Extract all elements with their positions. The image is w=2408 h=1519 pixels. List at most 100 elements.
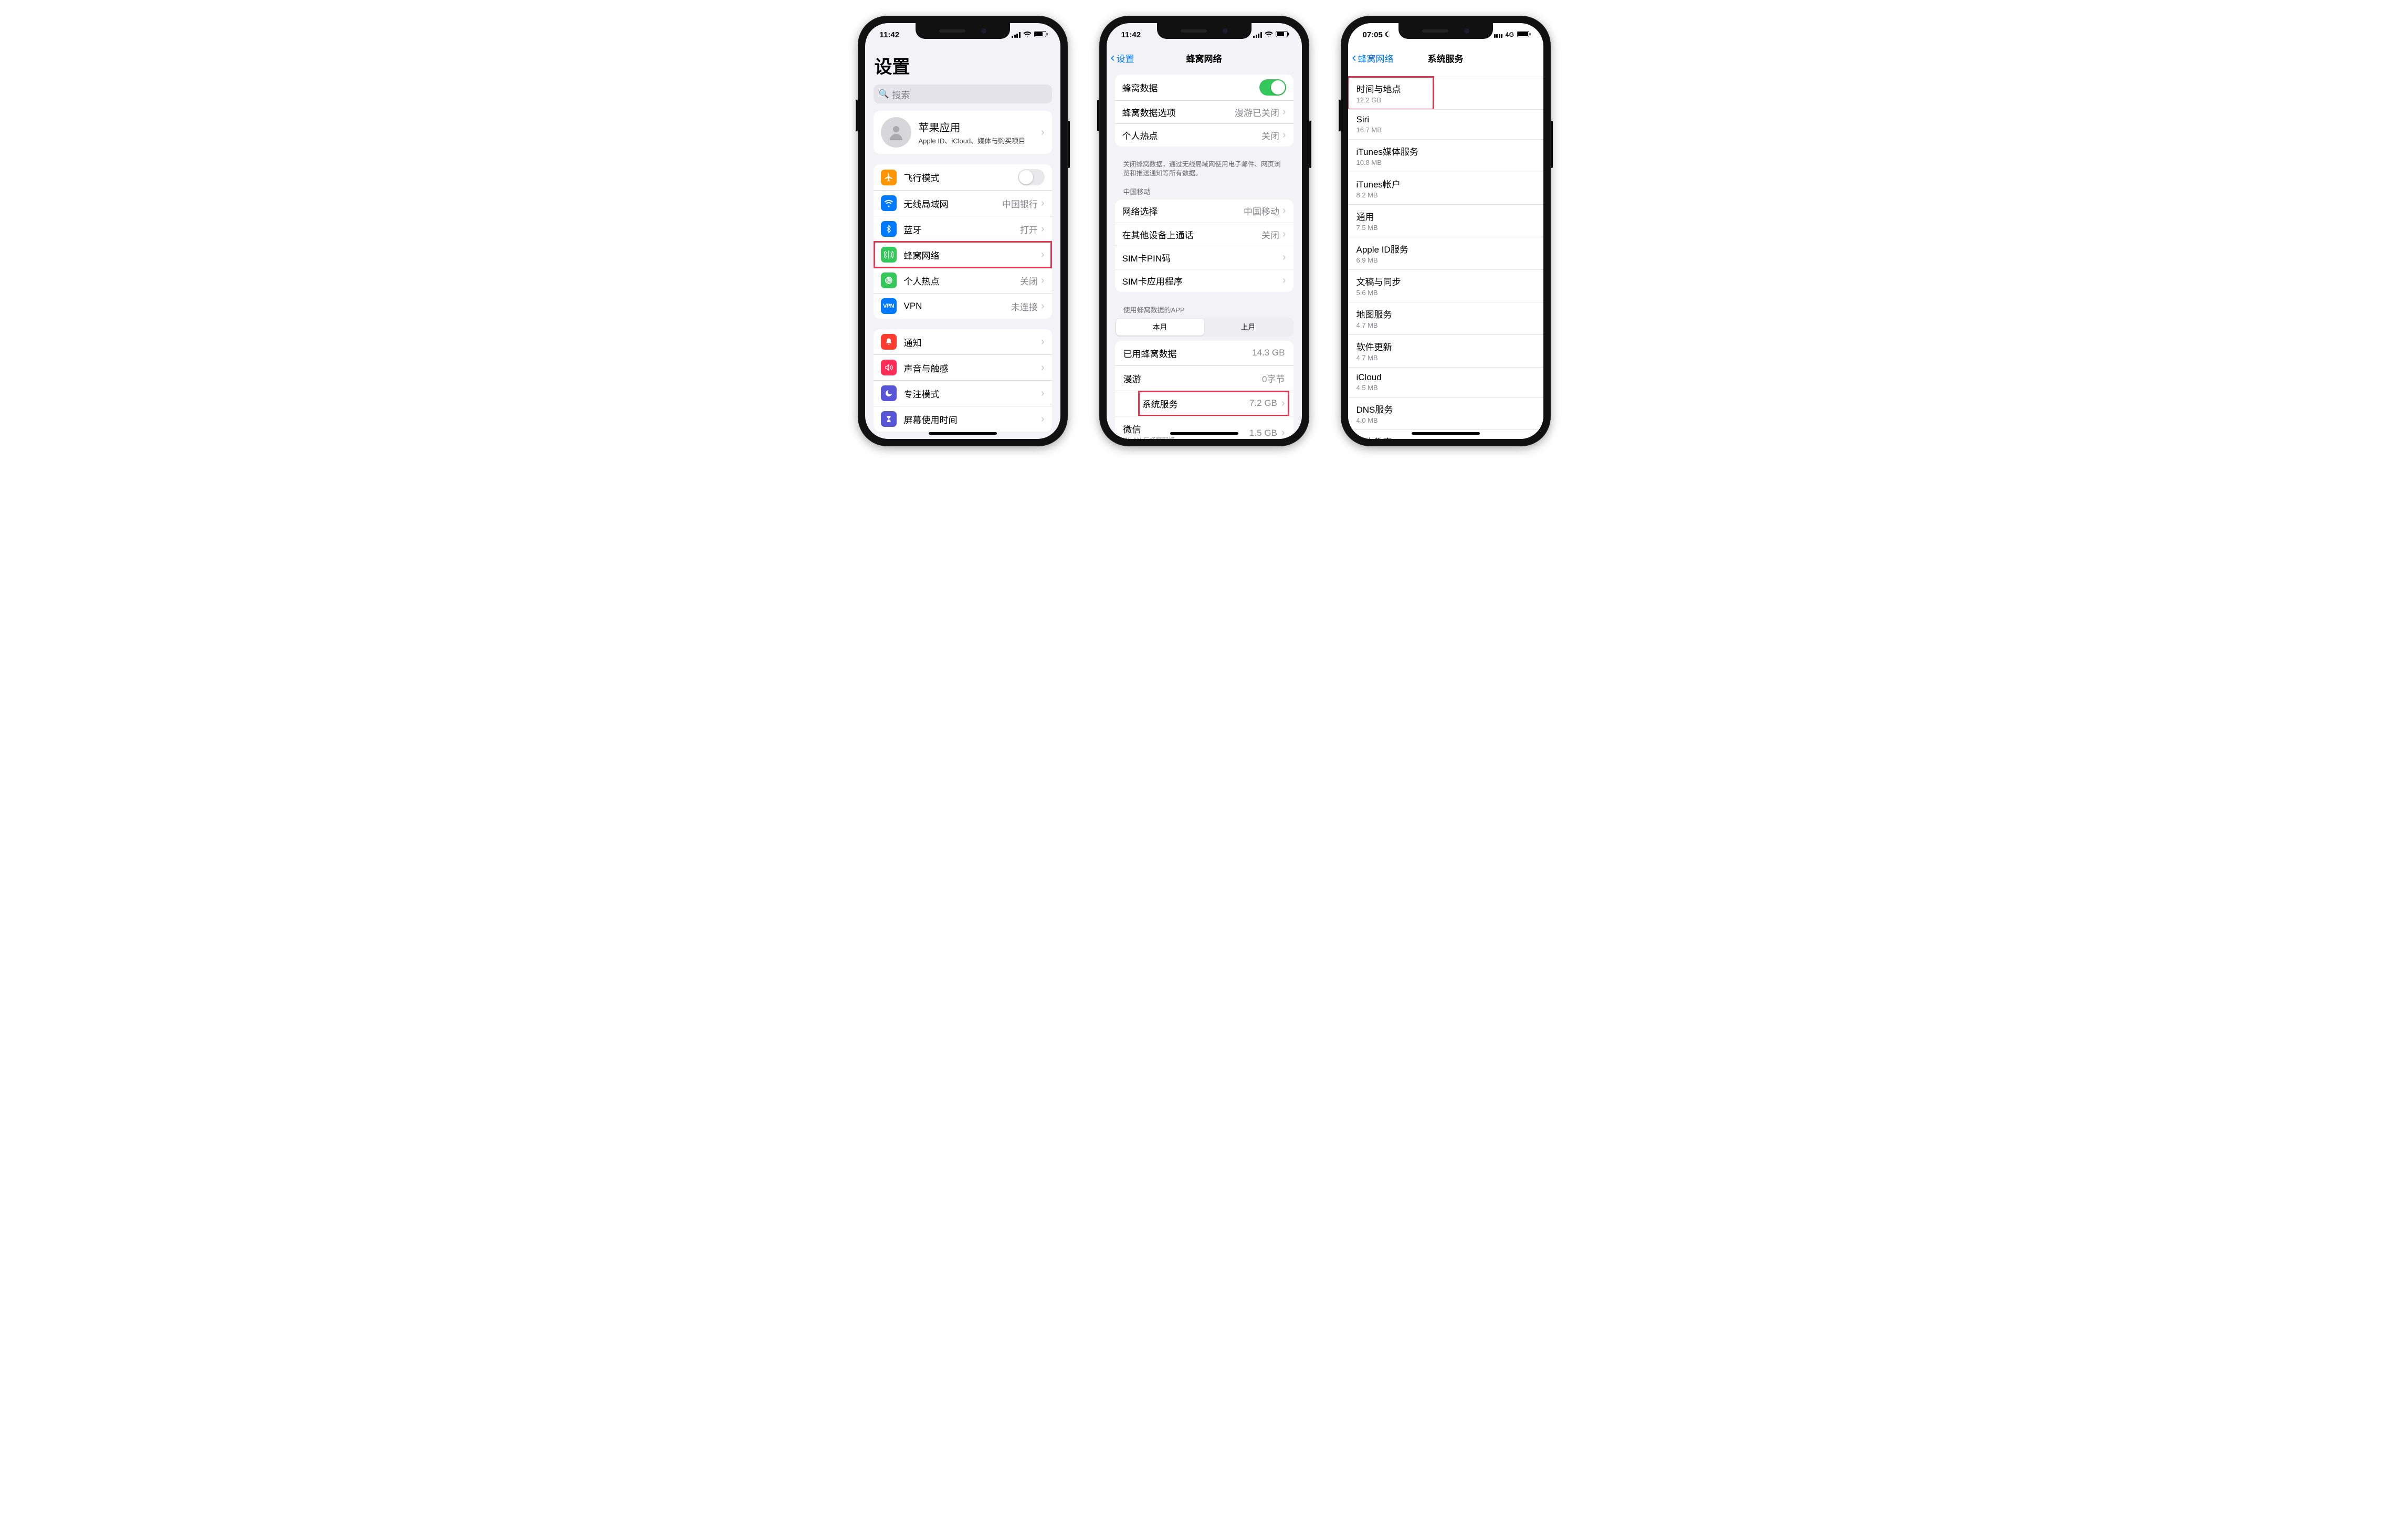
row-label: 蜂窝数据选项 [1122, 106, 1235, 119]
group3-header: 使用蜂窝数据的APP [1107, 302, 1302, 318]
notch [1157, 23, 1252, 39]
row-SIM卡PIN码[interactable]: SIM卡PIN码› [1115, 246, 1294, 269]
settings-row-声音与触感[interactable]: 声音与触感› [874, 354, 1052, 380]
dual-signal-icon [1494, 32, 1503, 38]
usage-row-微信[interactable]: 微信WLAN 与蜂窝网络1.5 GB› [1115, 416, 1294, 439]
row-label: 个人热点 [904, 274, 1020, 287]
page-title: 系统服务 [1428, 51, 1464, 65]
row-在其他设备上通话[interactable]: 在其他设备上通话关闭› [1115, 223, 1294, 246]
row-label: 漫游 [1123, 372, 1263, 385]
segmented-control[interactable]: 本月 上月 [1115, 318, 1294, 337]
row-label: iTunes媒体服务 [1357, 144, 1418, 158]
settings-row-专注模式[interactable]: 专注模式› [874, 380, 1052, 406]
page-title: 蜂窝网络 [1186, 51, 1222, 65]
settings-row-无线局域网[interactable]: 无线局域网中国银行› [874, 190, 1052, 216]
nav-bar: ‹ 设置 蜂窝网络 [1107, 46, 1302, 69]
row-label: Apple ID服务 [1357, 242, 1408, 255]
sound-icon [881, 360, 897, 375]
settings-row-通知[interactable]: 通知› [874, 329, 1052, 354]
settings-row-蓝牙[interactable]: 蓝牙打开› [874, 216, 1052, 242]
phone-cellular: 11:42 ‹ 设置 蜂窝网络 蜂窝数据蜂窝数据选项漫游已关闭›个人热点关闭› … [1099, 16, 1309, 446]
row-label: DNS服务 [1357, 402, 1393, 415]
home-indicator[interactable] [1412, 432, 1480, 435]
toggle[interactable] [1018, 169, 1045, 185]
chevron-icon: › [1041, 127, 1045, 139]
chevron-icon: › [1282, 205, 1286, 217]
row-value: 打开 [1020, 223, 1038, 236]
row-label: iCloud [1357, 372, 1382, 383]
nav-bar: ‹ 蜂窝网络 系统服务 [1348, 46, 1543, 69]
chevron-icon: › [1041, 387, 1045, 400]
back-button[interactable]: ‹ 蜂窝网络 [1352, 50, 1394, 65]
row-label: 专注模式 [904, 387, 1041, 400]
home-indicator[interactable] [929, 432, 997, 435]
settings-row-VPN[interactable]: VPNVPN未连接› [874, 293, 1052, 319]
chevron-left-icon: ‹ [1111, 50, 1115, 65]
row-网络选择[interactable]: 网络选择中国移动› [1115, 200, 1294, 223]
service-row-DNS服务: DNS服务4.0 MB [1348, 397, 1543, 429]
row-label: Siri [1357, 114, 1370, 125]
chevron-icon: › [1281, 397, 1285, 410]
row-value: 中国银行 [1002, 197, 1038, 210]
wifi-icon [881, 195, 897, 211]
service-row-iCloud: iCloud4.5 MB [1348, 367, 1543, 397]
back-label: 设置 [1117, 51, 1134, 65]
usage-list: 已用蜂窝数据14.3 GB漫游0字节系统服务7.2 GB›微信WLAN 与蜂窝网… [1115, 341, 1294, 439]
chevron-icon: › [1041, 197, 1045, 209]
row-SIM卡应用程序[interactable]: SIM卡应用程序› [1115, 269, 1294, 292]
service-row-时间与地点: 时间与地点12.2 GB [1348, 77, 1543, 109]
moon-icon [881, 385, 897, 401]
search-input[interactable]: 🔍 搜索 [874, 85, 1052, 103]
page-title: 设置 [865, 46, 1060, 81]
notch [916, 23, 1010, 39]
usage-row-漫游: 漫游0字节 [1115, 365, 1294, 391]
row-label: 地图服务 [1357, 307, 1392, 320]
chevron-left-icon: ‹ [1352, 50, 1357, 65]
battery-icon [1276, 30, 1289, 39]
profile-group: 苹果应用 Apple ID、iCloud、媒体与购买项目 › [874, 111, 1052, 154]
row-label: SIM卡应用程序 [1122, 274, 1282, 287]
row-label: 蜂窝数据 [1122, 81, 1259, 94]
row-label: 文稿与同步 [1357, 275, 1401, 288]
row-value: 6.9 MB [1357, 256, 1378, 264]
notifications-group: 通知›声音与触感›专注模式›屏幕使用时间› [874, 329, 1052, 432]
cellular-group-1: 蜂窝数据蜂窝数据选项漫游已关闭›个人热点关闭› [1115, 75, 1294, 146]
seg-last-month[interactable]: 上月 [1204, 319, 1292, 336]
service-row-通用: 通用7.5 MB [1348, 204, 1543, 237]
chevron-icon: › [1282, 106, 1286, 118]
chevron-icon: › [1282, 275, 1286, 287]
usage-row-已用蜂窝数据: 已用蜂窝数据14.3 GB [1115, 341, 1294, 365]
service-row-iTunes帐户: iTunes帐户8.2 MB [1348, 172, 1543, 204]
hotspot-icon [881, 273, 897, 288]
row-value: 4.7 MB [1357, 354, 1378, 362]
row-value: 8.2 MB [1357, 191, 1378, 199]
settings-row-蜂窝网络[interactable]: 蜂窝网络› [874, 242, 1052, 267]
service-row-Siri: Siri16.7 MB [1348, 109, 1543, 139]
usage-row-系统服务[interactable]: 系统服务7.2 GB› [1115, 391, 1294, 416]
row-value: 7.2 GB [1249, 398, 1277, 408]
row-value: 1.5 GB [1249, 428, 1277, 438]
row-value: 4.0 MB [1357, 416, 1378, 424]
avatar [881, 117, 911, 148]
row-value: 关闭 [1261, 129, 1279, 142]
row-个人热点[interactable]: 个人热点关闭› [1115, 123, 1294, 146]
home-indicator[interactable] [1170, 432, 1238, 435]
settings-row-个人热点[interactable]: 个人热点关闭› [874, 267, 1052, 293]
row-value: 关闭 [1020, 274, 1038, 287]
back-button[interactable]: ‹ 设置 [1111, 50, 1134, 65]
carrier-group: 网络选择中国移动›在其他设备上通话关闭›SIM卡PIN码›SIM卡应用程序› [1115, 200, 1294, 292]
row-蜂窝数据选项[interactable]: 蜂窝数据选项漫游已关闭› [1115, 100, 1294, 123]
cell-icon [881, 247, 897, 263]
settings-row-屏幕使用时间[interactable]: 屏幕使用时间› [874, 406, 1052, 432]
row-value: 5.6 MB [1357, 289, 1378, 297]
settings-row-飞行模式[interactable]: 飞行模式 [874, 164, 1052, 190]
seg-this-month[interactable]: 本月 [1116, 319, 1204, 336]
profile-row[interactable]: 苹果应用 Apple ID、iCloud、媒体与购买项目 › [874, 111, 1052, 154]
row-value: 4.5 MB [1357, 384, 1378, 392]
service-row-文稿与同步: 文稿与同步5.6 MB [1348, 269, 1543, 302]
row-蜂窝数据[interactable]: 蜂窝数据 [1115, 75, 1294, 100]
status-time: 11:42 [880, 30, 900, 39]
row-label: 通用 [1357, 209, 1374, 223]
toggle[interactable] [1259, 79, 1286, 96]
group2-header: 中国移动 [1107, 184, 1302, 200]
